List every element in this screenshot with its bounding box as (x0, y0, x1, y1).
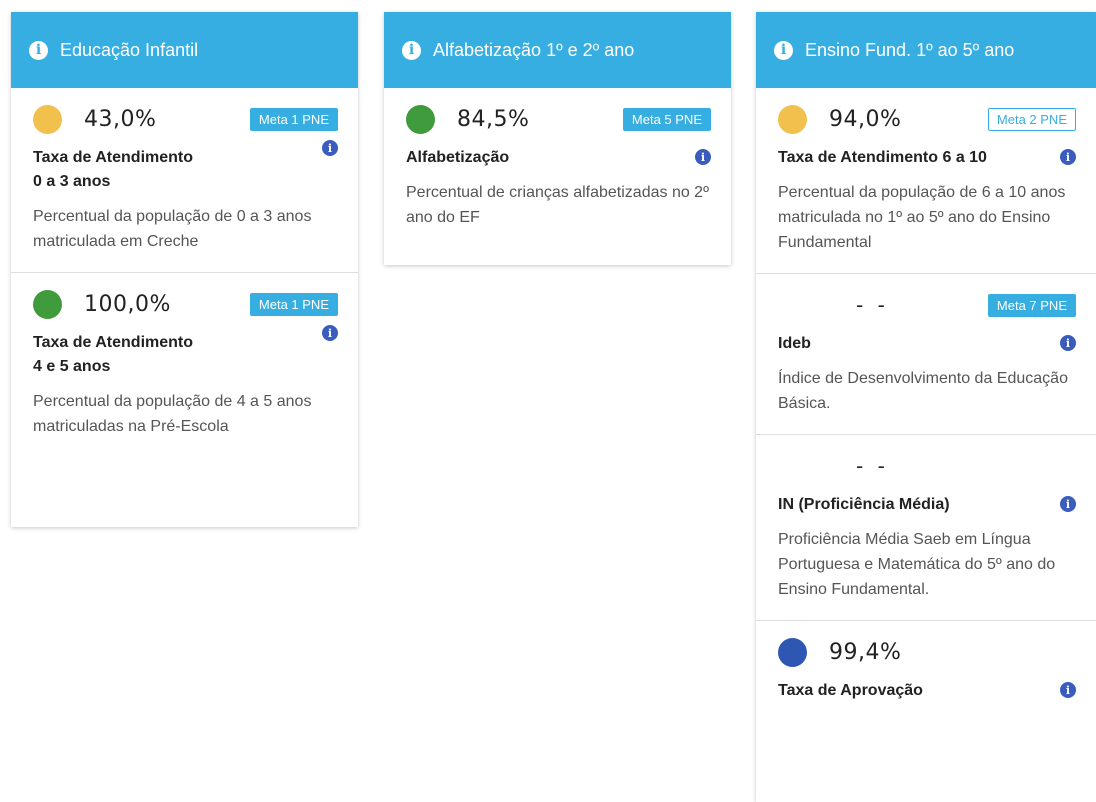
meta-badge[interactable]: Meta 1 PNE (249, 108, 338, 131)
meta-badge[interactable]: Meta 1 PNE (249, 293, 338, 316)
status-dot (778, 637, 807, 667)
column-title: Educação Infantil (60, 39, 199, 60)
card-header-row: 84,5% Meta 5 PNE (406, 102, 711, 136)
info-icon[interactable]: i (1060, 149, 1076, 165)
indicator-value: 99,4% (829, 639, 902, 665)
card-header-row: 99,4% (778, 635, 1076, 669)
indicator-card: - - Meta 7 PNE Ideb i Índice de Desenvolvime… (756, 274, 1096, 435)
column-alfabetizacao: i Alfabetização 1º e 2º ano 84,5% Meta 5 … (384, 12, 731, 265)
indicator-title: Ideb (778, 335, 811, 352)
column-header: i Alfabetização 1º e 2º ano (384, 12, 731, 88)
column-title: Alfabetização 1º e 2º ano (433, 39, 635, 60)
indicator-description: Proficiência Média Saeb em Língua Portug… (778, 531, 1056, 598)
card-header-row: 43,0% Meta 1 PNE (33, 102, 338, 136)
card-header-row: - - (778, 449, 1076, 483)
card-title-row: Taxa de Atendimento 6 a 10 i (778, 146, 1076, 170)
indicator-description: Percentual da população de 0 a 3 anos ma… (33, 208, 312, 250)
column-educacao-infantil: i Educação Infantil 43,0% Meta 1 PNE Taxa … (11, 12, 358, 527)
indicator-value: 100,0% (84, 291, 171, 317)
status-dot (406, 104, 435, 134)
info-icon[interactable]: i (1060, 682, 1076, 698)
indicator-description: Percentual da população de 4 a 5 anos ma… (33, 393, 312, 435)
info-icon[interactable]: i (1060, 335, 1076, 351)
column-header: i Ensino Fund. 1º ao 5º ano (756, 12, 1096, 88)
status-dot (33, 289, 62, 319)
info-icon[interactable]: i (402, 40, 421, 60)
indicator-description: Percentual da população de 6 a 10 anos m… (778, 184, 1066, 251)
status-dot (33, 104, 62, 134)
indicator-subtitle: 4 e 5 anos (33, 358, 111, 375)
indicator-title: Taxa de Aprovação (778, 682, 923, 699)
card-title-row: Alfabetização i (406, 146, 711, 170)
column-header: i Educação Infantil (11, 12, 358, 88)
indicator-subtitle: 0 a 3 anos (33, 173, 111, 190)
info-icon[interactable]: i (322, 325, 338, 341)
indicator-value: - - (856, 454, 889, 478)
indicator-title: IN (Proficiência Média) (778, 496, 950, 513)
info-icon[interactable]: i (322, 140, 338, 156)
card-title-row: Taxa de Atendimento 0 a 3 anos i (33, 140, 338, 194)
indicator-value: 94,0% (829, 106, 902, 132)
indicator-title: Taxa de Atendimento 6 a 10 (778, 149, 987, 166)
indicator-title: Taxa de Atendimento (33, 149, 194, 166)
indicator-card: 84,5% Meta 5 PNE Alfabetização i Percentual … (384, 88, 731, 248)
indicator-card: 99,4% Taxa de Aprovação i (756, 621, 1096, 721)
indicator-value: 43,0% (84, 106, 157, 132)
meta-badge[interactable]: Meta 7 PNE (987, 294, 1076, 317)
indicator-card: 100,0% Meta 1 PNE Taxa de Atendimento 4 e 5… (11, 273, 358, 457)
info-icon[interactable]: i (695, 149, 711, 165)
card-header-row: - - Meta 7 PNE (778, 288, 1076, 322)
meta-badge[interactable]: Meta 5 PNE (622, 108, 711, 131)
column-title: Ensino Fund. 1º ao 5º ano (805, 39, 1015, 60)
status-dot (778, 104, 807, 134)
info-icon[interactable]: i (774, 40, 793, 60)
info-icon[interactable]: i (29, 40, 48, 60)
indicator-description: Percentual de crianças alfabetizadas no … (406, 184, 709, 226)
card-title-row: IN (Proficiência Média) i (778, 493, 1076, 517)
card-title-row: Taxa de Atendimento 4 e 5 anos i (33, 325, 338, 379)
indicator-title: Taxa de Atendimento (33, 334, 194, 351)
info-icon[interactable]: i (1060, 496, 1076, 512)
column-ensino-fundamental: i Ensino Fund. 1º ao 5º ano 94,0% Meta 2 … (756, 12, 1096, 802)
meta-badge[interactable]: Meta 2 PNE (987, 108, 1076, 131)
indicator-title: Alfabetização (406, 149, 510, 166)
card-title-row: Ideb i (778, 332, 1076, 356)
indicator-value: 84,5% (457, 106, 530, 132)
indicator-card: 43,0% Meta 1 PNE Taxa de Atendimento 0 a 3 … (11, 88, 358, 273)
indicator-description: Índice de Desenvolvimento da Educação Bá… (778, 370, 1068, 412)
card-header-row: 94,0% Meta 2 PNE (778, 102, 1076, 136)
card-header-row: 100,0% Meta 1 PNE (33, 287, 338, 321)
card-title-row: Taxa de Aprovação i (778, 679, 1076, 703)
indicator-card: 94,0% Meta 2 PNE Taxa de Atendimento 6 a 1… (756, 88, 1096, 274)
indicator-card: - - IN (Proficiência Média) i Proficiência … (756, 435, 1096, 621)
indicator-value: - - (856, 293, 889, 317)
